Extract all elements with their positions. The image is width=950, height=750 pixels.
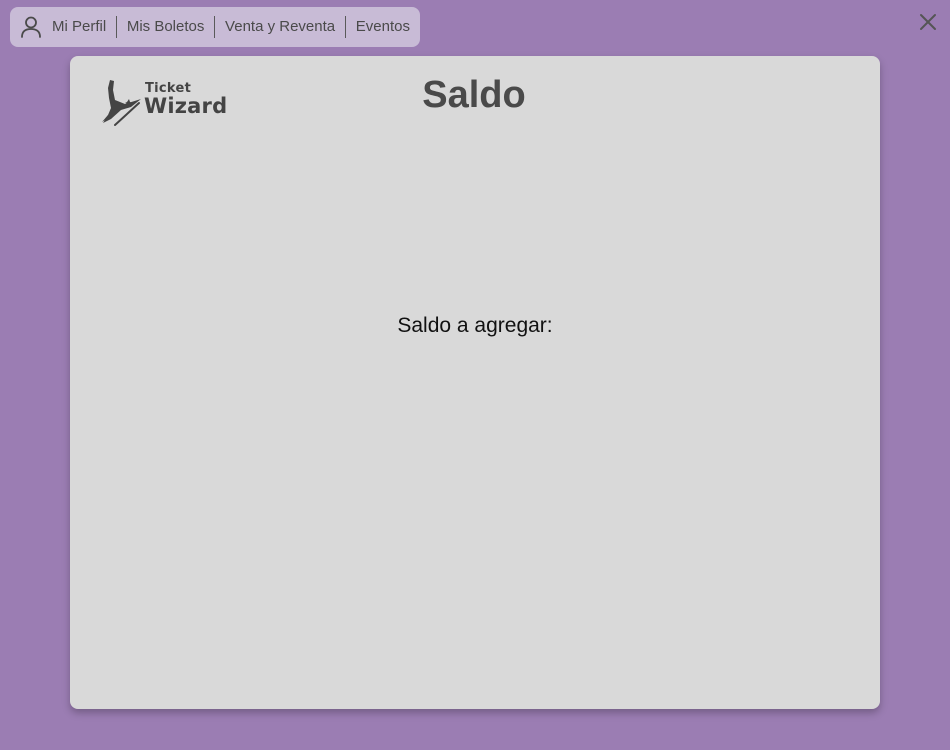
page-title: Saldo <box>422 74 526 116</box>
saldo-a-agregar-label: Saldo a agregar: <box>397 314 553 337</box>
close-icon[interactable] <box>918 12 938 32</box>
nav-item-mis-boletos[interactable]: Mis Boletos <box>117 16 215 38</box>
nav-item-venta-y-reventa[interactable]: Venta y Reventa <box>215 16 345 38</box>
saldo-panel: Ticket Wizard Saldo Saldo a agregar: <box>70 56 880 709</box>
user-icon[interactable] <box>20 15 42 39</box>
nav-item-eventos[interactable]: Eventos <box>346 16 420 38</box>
nav-item-mi-perfil[interactable]: Mi Perfil <box>52 16 116 38</box>
top-navigation-bar: Mi Perfil Mis Boletos Venta y Reventa Ev… <box>10 7 420 47</box>
